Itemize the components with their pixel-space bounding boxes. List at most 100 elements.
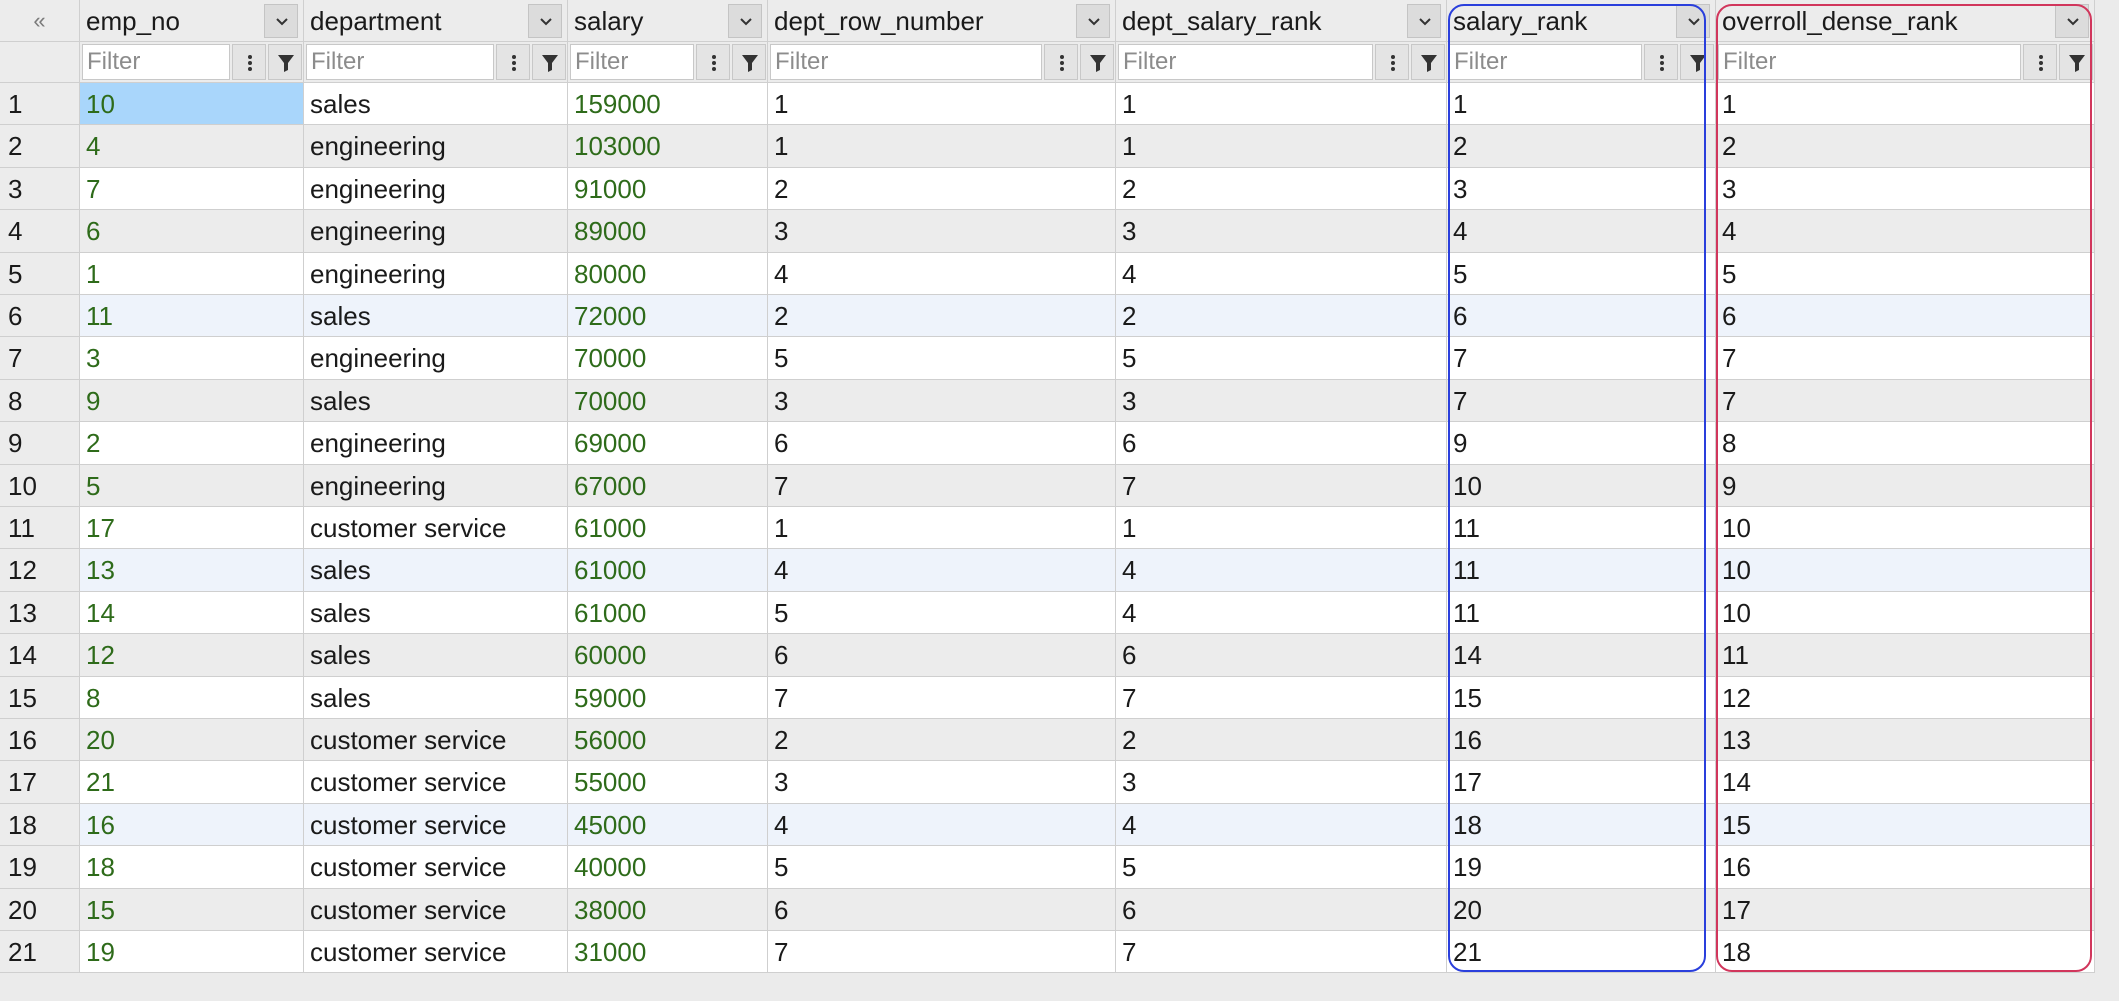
table-cell-dept-row-number[interactable]: 5 <box>768 846 1116 889</box>
table-cell-overroll-dense-rank[interactable]: 16 <box>1716 846 2095 889</box>
table-cell-salary[interactable]: 38000 <box>568 888 768 931</box>
table-cell-dept-row-number[interactable]: 6 <box>768 422 1116 465</box>
table-cell-overroll-dense-rank[interactable]: 18 <box>1716 931 2095 974</box>
table-cell-dept-salary-rank[interactable]: 7 <box>1116 931 1447 974</box>
table-cell-emp-no[interactable]: 12 <box>80 634 304 677</box>
filter-funnel-icon[interactable] <box>1680 44 1714 80</box>
table-cell-dept-salary-rank[interactable]: 2 <box>1116 295 1447 338</box>
filter-input-dept-row-number[interactable]: Filter <box>770 44 1042 80</box>
table-cell-emp-no[interactable]: 4 <box>80 125 304 168</box>
table-cell-dept-salary-rank[interactable]: 4 <box>1116 549 1447 592</box>
table-cell-overroll-dense-rank[interactable]: 7 <box>1716 379 2095 423</box>
table-cell-department[interactable]: engineering <box>304 167 568 211</box>
table-cell-salary-rank[interactable]: 16 <box>1447 719 1716 762</box>
table-cell-dept-row-number[interactable]: 2 <box>768 295 1116 338</box>
column-header-dept-row-number[interactable]: dept_row_number <box>768 0 1116 42</box>
table-cell-emp-no[interactable]: 10 <box>80 83 304 126</box>
table-cell-overroll-dense-rank[interactable]: 7 <box>1716 337 2095 380</box>
column-header-salary[interactable]: salary <box>568 0 768 42</box>
table-cell-department[interactable]: customer service <box>304 888 568 931</box>
table-cell-salary-rank[interactable]: 9 <box>1447 422 1716 465</box>
table-cell-dept-row-number[interactable]: 7 <box>768 676 1116 719</box>
table-cell-dept-salary-rank[interactable]: 4 <box>1116 591 1447 635</box>
table-cell-emp-no[interactable]: 1 <box>80 252 304 295</box>
table-cell-overroll-dense-rank[interactable]: 2 <box>1716 125 2095 168</box>
table-cell-dept-row-number[interactable]: 5 <box>768 591 1116 635</box>
table-cell-department[interactable]: customer service <box>304 846 568 889</box>
table-cell-overroll-dense-rank[interactable]: 10 <box>1716 549 2095 592</box>
table-cell-salary-rank[interactable]: 1 <box>1447 83 1716 126</box>
filter-funnel-icon[interactable] <box>268 44 302 80</box>
column-header-dept-salary-rank[interactable]: dept_salary_rank <box>1116 0 1447 42</box>
table-cell-salary-rank[interactable]: 5 <box>1447 252 1716 295</box>
filter-input-salary-rank[interactable]: Filter <box>1449 44 1642 80</box>
column-header-salary-rank[interactable]: salary_rank <box>1447 0 1716 42</box>
chevron-down-icon[interactable] <box>1407 4 1441 38</box>
table-cell-overroll-dense-rank[interactable]: 14 <box>1716 761 2095 804</box>
table-cell-dept-row-number[interactable]: 4 <box>768 252 1116 295</box>
table-cell-emp-no[interactable]: 3 <box>80 337 304 380</box>
table-cell-dept-row-number[interactable]: 1 <box>768 125 1116 168</box>
table-cell-dept-row-number[interactable]: 2 <box>768 167 1116 211</box>
filter-funnel-icon[interactable] <box>2059 44 2093 80</box>
table-cell-department[interactable]: sales <box>304 634 568 677</box>
table-cell-dept-row-number[interactable]: 4 <box>768 803 1116 847</box>
filter-funnel-icon[interactable] <box>1080 44 1114 80</box>
table-cell-dept-salary-rank[interactable]: 1 <box>1116 83 1447 126</box>
chevron-down-icon[interactable] <box>264 4 298 38</box>
table-cell-dept-row-number[interactable]: 6 <box>768 888 1116 931</box>
table-cell-salary[interactable]: 89000 <box>568 210 768 253</box>
filter-input-salary[interactable]: Filter <box>570 44 694 80</box>
table-cell-dept-row-number[interactable]: 2 <box>768 719 1116 762</box>
table-cell-overroll-dense-rank[interactable]: 12 <box>1716 676 2095 719</box>
table-cell-overroll-dense-rank[interactable]: 10 <box>1716 507 2095 550</box>
more-options-icon[interactable] <box>1044 44 1078 80</box>
table-cell-department[interactable]: engineering <box>304 210 568 253</box>
table-cell-dept-row-number[interactable]: 3 <box>768 210 1116 253</box>
table-cell-dept-salary-rank[interactable]: 6 <box>1116 888 1447 931</box>
filter-input-emp-no[interactable]: Filter <box>82 44 230 80</box>
table-cell-salary-rank[interactable]: 19 <box>1447 846 1716 889</box>
table-cell-emp-no[interactable]: 17 <box>80 507 304 550</box>
table-cell-emp-no[interactable]: 18 <box>80 846 304 889</box>
table-cell-salary[interactable]: 61000 <box>568 549 768 592</box>
column-header-overroll-dense-rank[interactable]: overroll_dense_rank <box>1716 0 2095 42</box>
table-cell-dept-salary-rank[interactable]: 7 <box>1116 464 1447 507</box>
table-cell-emp-no[interactable]: 9 <box>80 379 304 423</box>
chevron-down-icon[interactable] <box>1676 4 1710 38</box>
table-cell-emp-no[interactable]: 16 <box>80 803 304 847</box>
table-cell-salary-rank[interactable]: 10 <box>1447 464 1716 507</box>
column-header-emp-no[interactable]: emp_no <box>80 0 304 42</box>
table-cell-dept-salary-rank[interactable]: 6 <box>1116 422 1447 465</box>
table-cell-overroll-dense-rank[interactable]: 5 <box>1716 252 2095 295</box>
collapse-row-numbers-button[interactable]: « <box>0 0 80 42</box>
more-options-icon[interactable] <box>496 44 530 80</box>
table-cell-dept-row-number[interactable]: 7 <box>768 931 1116 974</box>
table-cell-department[interactable]: customer service <box>304 803 568 847</box>
table-cell-dept-row-number[interactable]: 5 <box>768 337 1116 380</box>
filter-funnel-icon[interactable] <box>732 44 766 80</box>
more-options-icon[interactable] <box>2023 44 2057 80</box>
table-cell-salary[interactable]: 45000 <box>568 803 768 847</box>
table-cell-salary[interactable]: 72000 <box>568 295 768 338</box>
table-cell-department[interactable]: customer service <box>304 761 568 804</box>
table-cell-department[interactable]: sales <box>304 676 568 719</box>
table-cell-emp-no[interactable]: 21 <box>80 761 304 804</box>
more-options-icon[interactable] <box>696 44 730 80</box>
table-cell-emp-no[interactable]: 8 <box>80 676 304 719</box>
table-cell-dept-row-number[interactable]: 3 <box>768 761 1116 804</box>
table-cell-emp-no[interactable]: 7 <box>80 167 304 211</box>
table-cell-department[interactable]: engineering <box>304 252 568 295</box>
table-cell-dept-salary-rank[interactable]: 4 <box>1116 252 1447 295</box>
chevron-down-icon[interactable] <box>728 4 762 38</box>
table-cell-department[interactable]: engineering <box>304 464 568 507</box>
chevron-down-icon[interactable] <box>528 4 562 38</box>
table-cell-dept-row-number[interactable]: 6 <box>768 634 1116 677</box>
table-cell-salary-rank[interactable]: 11 <box>1447 591 1716 635</box>
table-cell-dept-salary-rank[interactable]: 1 <box>1116 507 1447 550</box>
chevron-down-icon[interactable] <box>2055 4 2089 38</box>
filter-funnel-icon[interactable] <box>532 44 566 80</box>
table-cell-department[interactable]: customer service <box>304 507 568 550</box>
table-cell-department[interactable]: sales <box>304 549 568 592</box>
table-cell-overroll-dense-rank[interactable]: 9 <box>1716 464 2095 507</box>
